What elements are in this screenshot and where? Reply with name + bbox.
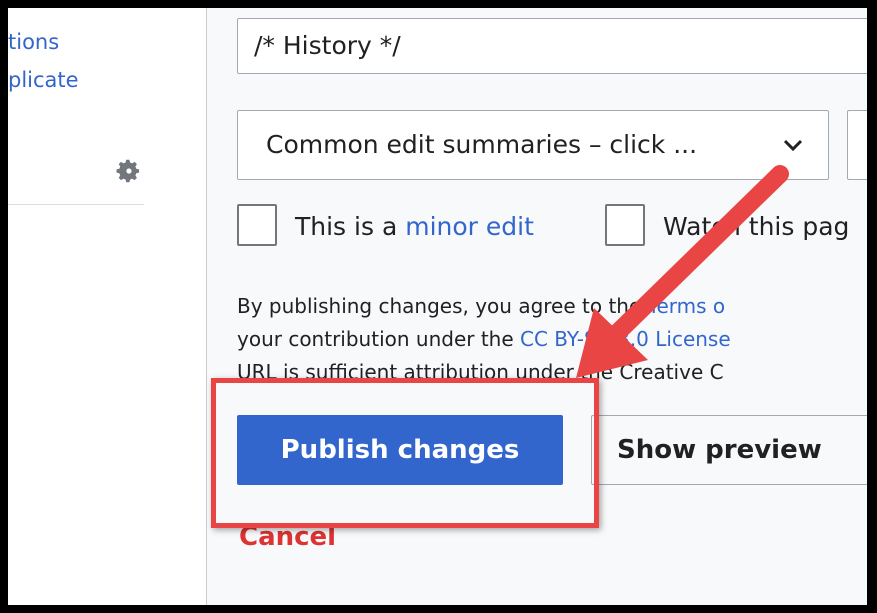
screenshot-frame: tions plicate /* History */ Common edit … — [8, 8, 867, 605]
annotation-arrow-icon — [576, 165, 789, 378]
